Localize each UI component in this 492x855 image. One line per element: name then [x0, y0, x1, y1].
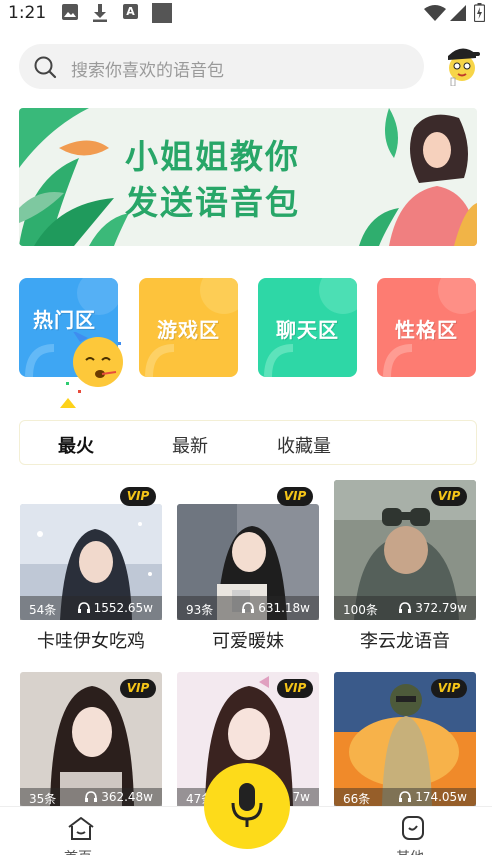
card-stats: 35条 362.48w — [20, 788, 162, 806]
card-stats: 93条 631.18w — [177, 596, 319, 620]
vip-badge: VIP — [431, 679, 467, 698]
party-emoji-icon — [60, 332, 123, 408]
play-count: 372.79w — [399, 601, 467, 615]
tab-newest[interactable]: 最新 — [172, 432, 208, 458]
clip-count: 35条 — [29, 792, 57, 806]
clip-count: 54条 — [29, 603, 57, 617]
banner-headline: 小姐姐教你 — [125, 137, 300, 176]
category-label: 性格区 — [395, 318, 458, 342]
wifi-icon — [424, 5, 446, 21]
vip-badge: VIP — [277, 487, 313, 506]
card-title: 可爱暖妹 — [212, 631, 284, 652]
promo-banner[interactable]: 小姐姐教你 发送语音包 — [19, 108, 477, 246]
nav-home-label[interactable]: 首页 — [64, 847, 92, 855]
vip-badge: VIP — [277, 679, 313, 698]
signal-icon — [450, 5, 466, 21]
vip-badge: VIP — [120, 487, 156, 506]
category-label: 游戏区 — [157, 318, 220, 342]
category-personality[interactable]: 性格区 — [377, 278, 476, 377]
headphones-icon — [85, 791, 98, 802]
card-title: 李云龙语音 — [360, 631, 450, 652]
battery-icon — [474, 3, 485, 22]
vip-badge: VIP — [120, 679, 156, 698]
vip-badge: VIP — [431, 487, 467, 506]
image-icon — [62, 4, 78, 20]
clip-count: 100条 — [343, 603, 378, 617]
headphones-icon — [399, 602, 412, 613]
search-input[interactable]: 搜索你喜欢的语音包 — [19, 44, 424, 89]
headphones-icon — [77, 602, 90, 613]
record-button[interactable] — [204, 763, 290, 849]
banner-subheadline: 发送语音包 — [125, 183, 300, 222]
headphones-icon — [242, 602, 255, 613]
status-bar: 1:21 A — [0, 0, 492, 28]
clip-count: 93条 — [186, 603, 214, 617]
card-stats: 66条 174.05w — [334, 788, 476, 806]
play-count: 174.05w — [399, 790, 467, 804]
search-placeholder: 搜索你喜欢的语音包 — [71, 61, 224, 81]
download-icon — [93, 4, 107, 22]
square-icon — [152, 3, 172, 23]
play-count: 362.48w — [85, 790, 153, 804]
a-badge-icon: A — [123, 4, 138, 19]
tab-hottest[interactable]: 最火 — [58, 432, 94, 458]
card-title: 卡哇伊女吃鸡 — [37, 631, 145, 652]
play-count: 631.18w — [242, 601, 310, 615]
avatar[interactable] — [438, 38, 486, 86]
category-game[interactable]: 游戏区 — [139, 278, 238, 377]
category-label: 聊天区 — [276, 318, 339, 342]
other-icon[interactable] — [400, 815, 426, 841]
card-stats: 54条 1552.65w — [20, 596, 162, 620]
tab-most-favorited[interactable]: 收藏量 — [277, 432, 331, 458]
category-label: 热门区 — [33, 308, 96, 332]
clip-count: 66条 — [343, 792, 371, 806]
category-chat[interactable]: 聊天区 — [258, 278, 357, 377]
home-icon[interactable] — [66, 815, 96, 841]
microphone-icon — [231, 783, 263, 827]
play-count: 1552.65w — [77, 601, 153, 615]
status-time: 1:21 — [8, 3, 47, 23]
headphones-icon — [399, 791, 412, 802]
sort-tabs: 最火 最新 收藏量 — [19, 420, 477, 465]
nav-other-label[interactable]: 其他 — [396, 847, 424, 855]
search-icon — [34, 56, 57, 79]
card-stats: 100条 372.79w — [334, 596, 476, 620]
